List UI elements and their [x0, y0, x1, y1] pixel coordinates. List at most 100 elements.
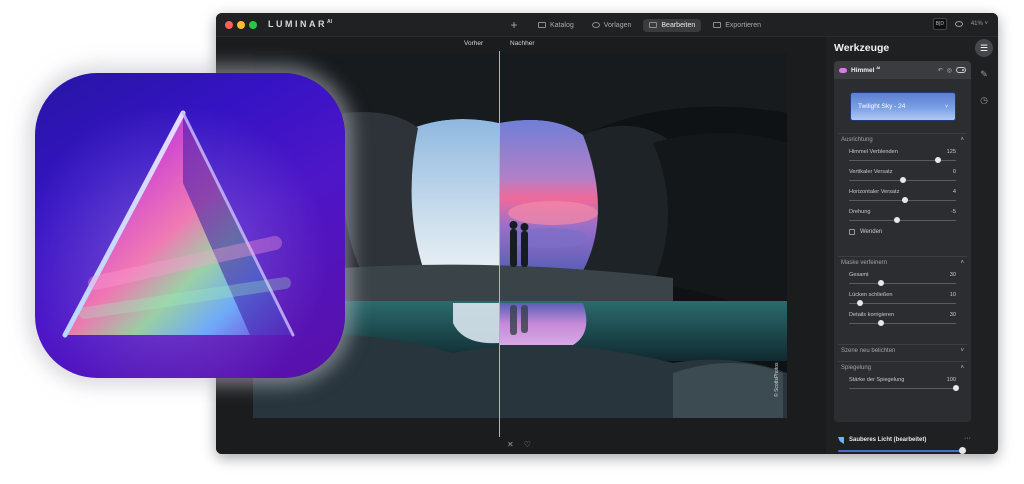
footer-tool-sauberes-licht[interactable]: Sauberes Licht (bearbeitet) ··· — [834, 434, 971, 454]
slider-value: 30 — [949, 312, 956, 318]
edit-sliders-icon — [649, 22, 658, 28]
sliders-icon[interactable]: ☰ — [975, 39, 993, 57]
cloud-icon — [839, 67, 847, 73]
slider-horizontaler-versatz[interactable]: Horizontaler Versatz 4 — [834, 186, 971, 206]
section-title: Szene neu belichten — [841, 348, 896, 354]
tool-toggle[interactable] — [956, 67, 966, 73]
footer-slider-knob[interactable] — [959, 447, 967, 454]
tab-exportieren[interactable]: Exportieren — [707, 19, 767, 32]
compare-view-button[interactable]: B|D — [932, 18, 947, 30]
tab-katalog[interactable]: Katalog — [532, 19, 580, 32]
photo-copyright: © ScottsPhotos — [774, 362, 780, 397]
section-ausrichtung: Ausrichtung ˄ Himmel Verblenden 125 Vert… — [834, 133, 971, 235]
slider-drehung[interactable]: Drehung -5 — [834, 206, 971, 226]
app-brand: LUMINARAI — [268, 19, 332, 29]
slider-knob[interactable] — [878, 320, 885, 326]
slider-knob[interactable] — [899, 177, 906, 183]
slider-knob[interactable] — [878, 280, 885, 286]
section-header[interactable]: Maske verfeinern ˄ — [834, 257, 971, 269]
slider-value: 4 — [952, 189, 956, 195]
checkbox-label: Wenden — [860, 229, 883, 235]
reset-icon[interactable]: ◎ — [947, 67, 952, 74]
slider-track[interactable] — [849, 303, 956, 304]
slider-label: Stärke der Spiegelung — [849, 377, 905, 383]
panel-switcher: ☰ ✎ ◷ — [974, 39, 994, 109]
chevron-up-icon: ˄ — [960, 365, 964, 371]
slider-staerke-der-spiegelung[interactable]: Stärke der Spiegelung 100 — [834, 374, 971, 394]
stage: LUMINARAI + Katalog Vorlagen Bearbeiten — [0, 0, 1024, 484]
compare-split-line[interactable] — [499, 51, 500, 437]
footer-slider-track[interactable] — [838, 450, 965, 452]
close-window-button[interactable] — [225, 21, 233, 29]
slider-knob[interactable] — [856, 300, 863, 306]
section-header[interactable]: Spiegelung ˄ — [834, 362, 971, 374]
clock-icon[interactable]: ◷ — [975, 91, 993, 109]
catalog-icon — [538, 22, 546, 28]
footer-tool-label: Sauberes Licht (bearbeitet) — [849, 437, 927, 443]
section-header[interactable]: Ausrichtung ˄ — [834, 134, 971, 146]
section-title: Ausrichtung — [841, 137, 873, 143]
slider-track[interactable] — [849, 388, 956, 389]
section-header[interactable]: Szene neu belichten ˅ — [834, 345, 971, 357]
flag-icon — [838, 437, 844, 444]
after-label: Nachher — [510, 40, 535, 47]
canvas-footer: ✕ ♡ — [507, 440, 531, 449]
slider-value: 30 — [949, 272, 956, 278]
reject-icon[interactable]: ✕ — [507, 440, 514, 449]
slider-details-korrigieren[interactable]: Details korrigieren 30 — [834, 309, 971, 329]
chevron-up-icon: ˄ — [960, 260, 964, 266]
wenden-checkbox[interactable] — [849, 229, 855, 235]
slider-track[interactable] — [849, 283, 956, 284]
slider-knob[interactable] — [894, 217, 901, 223]
undo-icon[interactable]: ↶ — [938, 67, 943, 74]
slider-value: 0 — [952, 169, 956, 175]
slider-track[interactable] — [849, 323, 956, 324]
section-title: Maske verfeinern — [841, 260, 888, 266]
before-label: Vorher — [464, 40, 484, 47]
minimize-window-button[interactable] — [237, 21, 245, 29]
tab-label: Bearbeiten — [661, 21, 696, 29]
slider-value: 100 — [946, 377, 956, 383]
section-title: Spiegelung — [841, 365, 872, 371]
sky-selection-dropdown[interactable]: Twilight Sky - 24 ˅ — [850, 92, 956, 121]
slider-value: 10 — [949, 292, 956, 298]
title-bar: LUMINARAI + Katalog Vorlagen Bearbeiten — [216, 13, 998, 37]
brush-icon[interactable]: ✎ — [975, 65, 993, 83]
tool-title: Himmel AI — [851, 65, 881, 75]
tab-bearbeiten[interactable]: Bearbeiten — [643, 18, 702, 32]
sky-tool-card: Himmel AI ↶ ◎ Twilight Sky - 24 ˅ Ausric — [834, 61, 971, 422]
tab-label: Katalog — [550, 21, 574, 29]
tool-header[interactable]: Himmel AI ↶ ◎ — [834, 61, 971, 79]
tab-vorlagen[interactable]: Vorlagen — [586, 19, 638, 32]
add-photos-icon[interactable]: + — [508, 18, 520, 32]
chevron-up-icon: ˄ — [960, 137, 964, 143]
more-options-icon[interactable]: ··· — [964, 435, 971, 442]
zoom-window-button[interactable] — [249, 21, 257, 29]
zoom-level[interactable]: 41% ˅ — [971, 21, 988, 27]
wenden-checkbox-row[interactable]: Wenden — [849, 229, 882, 235]
section-maske-verfeinern: Maske verfeinern ˄ Gesamt 30 Lücken schl… — [834, 256, 971, 329]
tool-header-actions: ↶ ◎ — [938, 67, 966, 74]
slider-luecken-schliessen[interactable]: Lücken schließen 10 — [834, 289, 971, 309]
slider-track[interactable] — [849, 220, 956, 221]
slider-label: Horizontaler Versatz — [849, 189, 900, 195]
favorite-heart-icon[interactable]: ♡ — [524, 440, 531, 449]
section-szene-neu-belichten: Szene neu belichten ˅ — [834, 344, 971, 357]
slider-himmel-verblenden[interactable]: Himmel Verblenden 125 — [834, 146, 971, 166]
luminar-ai-app-icon — [35, 73, 345, 378]
slider-knob[interactable] — [953, 385, 959, 391]
slider-value: 125 — [946, 149, 956, 155]
chevron-down-icon: ˅ — [945, 103, 948, 110]
eye-icon[interactable] — [954, 21, 963, 27]
slider-vertikaler-versatz[interactable]: Vertikaler Versatz 0 — [834, 166, 971, 186]
slider-knob[interactable] — [901, 197, 908, 203]
sky-selection-label: Twilight Sky - 24 — [858, 103, 906, 110]
prism-logo-icon — [35, 73, 345, 378]
slider-knob[interactable] — [934, 157, 941, 163]
view-controls: B|D 41% ˅ — [932, 18, 988, 30]
section-spiegelung: Spiegelung ˄ Stärke der Spiegelung 100 — [834, 361, 971, 394]
templates-icon — [591, 22, 600, 28]
tab-label: Vorlagen — [603, 21, 632, 29]
slider-gesamt[interactable]: Gesamt 30 — [834, 269, 971, 289]
slider-label: Details korrigieren — [849, 312, 895, 318]
